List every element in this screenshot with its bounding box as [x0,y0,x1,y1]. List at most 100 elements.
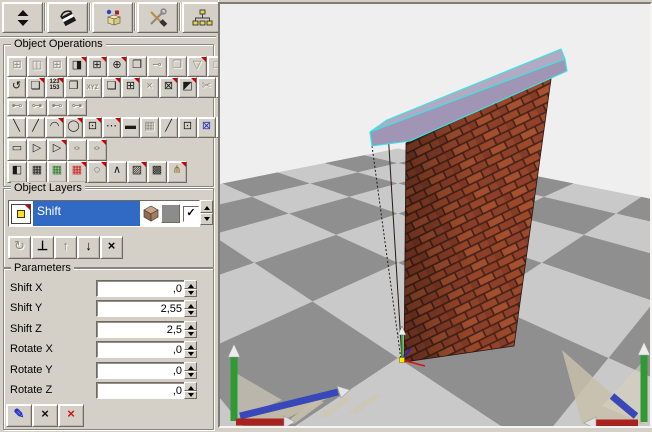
peak-button[interactable]: ∧ [107,161,127,183]
delete-parameters-button[interactable]: × [58,404,84,427]
layer-list-item[interactable]: Shift ✓ [8,200,200,227]
mesh-sphere-button[interactable]: ▦ [140,117,159,138]
grid-button[interactable]: ▦ [27,161,47,183]
closed-curve-button[interactable]: ◯ [64,117,83,138]
spinner-down-icon[interactable] [184,330,197,339]
filter-numbers-button[interactable]: ▽ [187,56,207,77]
paint-bucket-button[interactable] [47,2,88,33]
refresh-layer-button[interactable]: ↻ [8,236,31,259]
shift-y-input[interactable] [96,300,186,317]
delete-layer-button[interactable]: × [100,236,123,259]
anchor-layer-button[interactable]: ⊥ [31,236,54,259]
tree-button[interactable]: ⋔ [167,161,187,183]
op-row: ▭▷▷○○ [7,139,107,161]
segment-mode-button[interactable]: ⊷ [7,99,27,116]
hierarchy-button[interactable] [182,2,223,33]
filter-numbers-icon: ▽ [193,57,201,73]
tools-button[interactable] [137,2,178,33]
paint-fill-button[interactable]: ◧ [7,161,27,183]
move-layer-down-button[interactable]: ↓ [77,236,100,259]
split-half-button[interactable]: ◨ [67,56,87,77]
polygon-button[interactable]: ▷ [47,139,67,161]
spinner-down-icon[interactable] [184,391,197,400]
spinner-down-icon[interactable] [184,350,197,359]
merge-cells-button[interactable]: ⊞ [7,56,27,77]
vegetation-grid-button[interactable]: ▦ [47,161,67,183]
diagonal-box-button[interactable]: ◩ [178,77,197,98]
shift-y-spinner[interactable] [184,300,197,317]
move-layer-up-button[interactable]: ↑ [54,236,77,259]
spinner-down-icon[interactable] [184,309,197,318]
subdivide-grid-button[interactable]: ⊞ [87,56,107,77]
delete-box-button[interactable]: ⊠ [159,77,178,98]
layer-visible-checkbox[interactable]: ✓ [183,206,199,222]
line-button[interactable]: ╱ [26,117,45,138]
xyz-align-button[interactable]: XYZ [83,77,102,98]
triangle-button[interactable]: ▷ [27,139,47,161]
cross-blend-button[interactable]: × [140,77,159,98]
layer-texture-cube-icon[interactable] [142,205,159,222]
dot-grid-button[interactable]: ▩ [147,161,167,183]
spinner-up-icon[interactable] [184,362,197,371]
grid-add-button[interactable]: ⊞ [121,77,140,98]
vegetation-grid-icon: ▦ [52,162,62,179]
rotate-undo-button[interactable]: ↺ [7,77,26,98]
thick-line-button[interactable]: ▬ [121,117,140,138]
center-point-button[interactable]: ⊡ [83,117,102,138]
shift-z-spinner[interactable] [184,321,197,338]
spinner-down-icon[interactable] [184,371,197,380]
copy-object-button[interactable]: ❏ [26,77,45,98]
rotate-y-spinner[interactable] [184,362,197,379]
connect-nodes-button[interactable]: ⊸ [147,56,167,77]
object-box-button[interactable] [92,2,133,33]
rotate-z-spinner[interactable] [184,382,197,399]
sphere-grid-button[interactable]: ⊕ [107,56,127,77]
rotate-x-input[interactable] [96,341,186,358]
spinner-up-icon[interactable] [200,200,213,213]
shift-x-input[interactable] [96,280,186,297]
sort-updown-button[interactable] [2,2,43,33]
inset-square-button[interactable]: ⊡ [178,117,197,138]
segment-mode-button[interactable]: ⊶ [67,99,87,116]
spinner-down-icon[interactable] [184,289,197,298]
pair-columns-button[interactable]: ◫ [27,56,47,77]
duplicate-stack-button[interactable]: ❐ [127,56,147,77]
dot-circle-button[interactable]: ◌ [87,161,107,183]
rotate-z-input[interactable] [96,382,186,399]
layer-color-chip[interactable] [161,204,180,223]
shift-x-spinner[interactable] [184,280,197,297]
object-operations-group: Object Operations ⊞◫⊞◨⊞⊕❐⊸❐▽□↺❏123 153❐X… [3,44,214,187]
layer-spinner[interactable] [200,200,213,225]
segment-mode-button[interactable]: ⊷ [47,99,67,116]
layer-name[interactable]: Shift [33,201,140,226]
spinner-up-icon[interactable] [184,300,197,309]
oval-button[interactable]: ○ [87,139,107,161]
rotate-x-spinner[interactable] [184,341,197,358]
blue-frame-button[interactable]: ⊠ [197,117,216,138]
rectangle-button[interactable]: ▭ [7,139,27,161]
ellipse-button[interactable]: ○ [67,139,87,161]
cut-button[interactable]: ✂ [197,77,216,98]
viewport-3d[interactable] [218,2,652,428]
noise-grid-button[interactable]: ▨ [127,161,147,183]
overlap-squares-button[interactable]: ❐ [167,56,187,77]
rotate-y-input[interactable] [96,362,186,379]
paste-corner-button[interactable]: ❏ [102,77,121,98]
clear-parameters-button[interactable]: × [32,404,58,427]
slope-button[interactable]: ╱ [159,117,178,138]
arc-button[interactable]: ◠ [45,117,64,138]
segment-mode-button[interactable]: ⊶ [27,99,47,116]
merge-grid-button[interactable]: ⊞ [47,56,67,77]
point-row-button[interactable]: ⋯ [102,117,121,138]
spinner-up-icon[interactable] [184,321,197,330]
apply-parameters-button[interactable]: ✎ [6,404,32,427]
spinner-up-icon[interactable] [184,341,197,350]
spinner-down-icon[interactable] [200,213,213,226]
spinner-up-icon[interactable] [184,382,197,391]
shift-z-input[interactable] [96,321,186,338]
red-grid-button[interactable]: ▦ [67,161,87,183]
renumber-button[interactable]: 123 153 [45,77,64,98]
polyline-button[interactable]: ╲ [7,117,26,138]
spinner-up-icon[interactable] [184,280,197,289]
transform-copy-button[interactable]: ❐ [64,77,83,98]
